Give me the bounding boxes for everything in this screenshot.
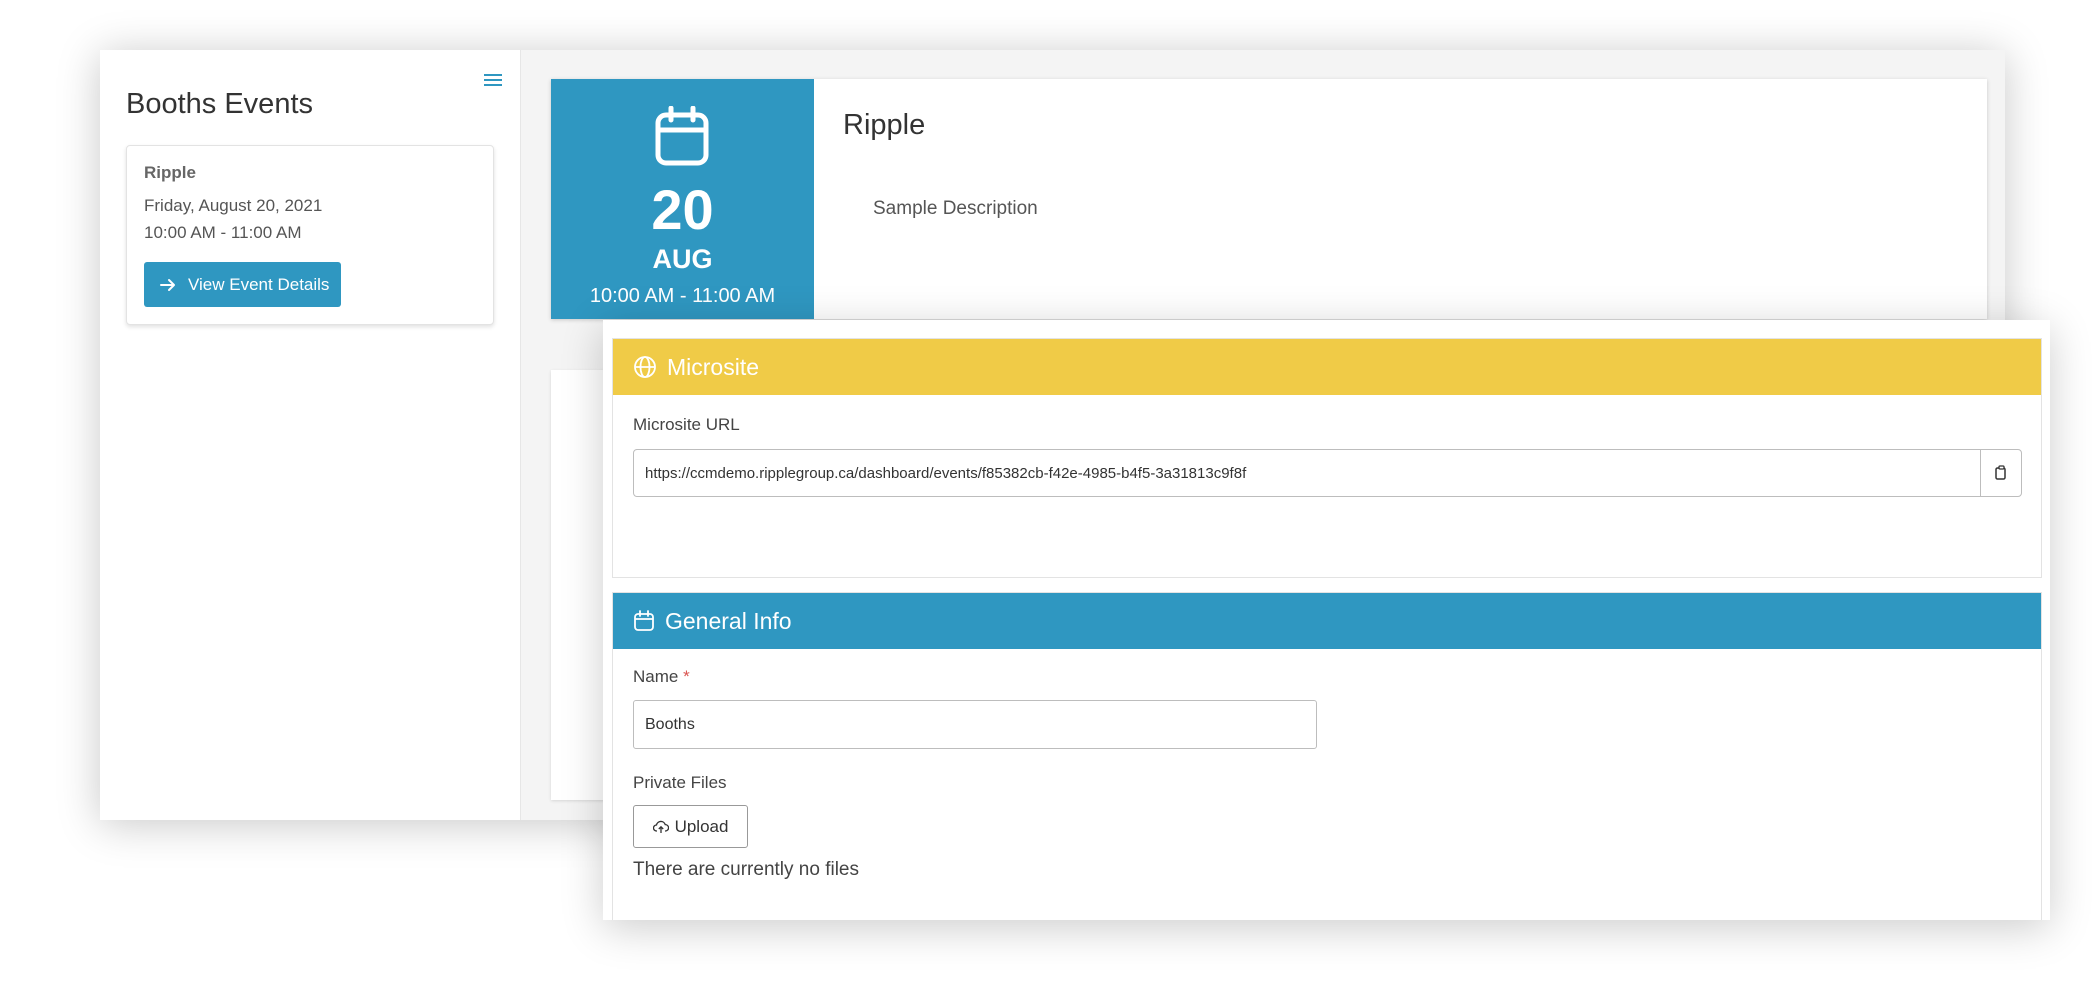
cloud-upload-icon: [652, 820, 669, 833]
general-info-header-title: General Info: [665, 607, 792, 634]
name-label: Name *: [633, 667, 690, 687]
event-title: Ripple: [843, 109, 926, 141]
event-card-date: Friday, August 20, 2021: [144, 196, 323, 215]
private-files-label: Private Files: [633, 773, 727, 792]
event-description: Sample Description: [873, 198, 1038, 219]
event-day: 20: [651, 178, 714, 241]
required-mark: *: [683, 667, 690, 686]
no-files-message: There are currently no files: [633, 859, 859, 880]
event-date-block: 20 AUG 10:00 AM - 11:00 AM: [551, 79, 814, 319]
clipboard-copy-icon: [1995, 465, 2006, 480]
event-summary-panel: 20 AUG 10:00 AM - 11:00 AM Ripple Sample…: [551, 79, 1987, 319]
sidebar: Booths Events Ripple Friday, August 20, …: [100, 50, 521, 820]
microsite-section: Microsite Microsite URL: [612, 338, 2042, 578]
view-event-details-label: View Event Details: [188, 274, 330, 294]
hamburger-menu-icon[interactable]: [482, 70, 504, 90]
microsite-url-label: Microsite URL: [633, 415, 740, 434]
upload-button[interactable]: Upload: [633, 805, 748, 848]
arrow-right-icon: [160, 278, 175, 291]
general-info-section: General Info Name * Private Files Upload…: [612, 592, 2042, 920]
calendar-icon: [634, 610, 654, 631]
event-time: 10:00 AM - 11:00 AM: [589, 285, 776, 307]
general-info-header: General Info: [613, 593, 2041, 649]
calendar-icon: [655, 106, 709, 166]
upload-button-label: Upload: [674, 816, 729, 836]
view-event-details-button[interactable]: View Event Details: [144, 262, 341, 307]
name-field[interactable]: [633, 700, 1317, 749]
microsite-header: Microsite: [613, 339, 2041, 395]
sidebar-title: Booths Events: [126, 88, 313, 120]
microsite-header-title: Microsite: [667, 353, 760, 380]
copy-url-button[interactable]: [1980, 449, 2022, 497]
event-month: AUG: [652, 244, 713, 274]
event-card: Ripple Friday, August 20, 2021 10:00 AM …: [126, 145, 494, 325]
name-label-text: Name: [633, 667, 679, 686]
microsite-url-field[interactable]: [633, 449, 1981, 497]
event-settings-window: Microsite Microsite URL General Info Nam…: [603, 320, 2050, 920]
event-card-time: 10:00 AM - 11:00 AM: [144, 223, 302, 242]
globe-icon: [634, 356, 656, 378]
event-card-name: Ripple: [144, 163, 196, 182]
